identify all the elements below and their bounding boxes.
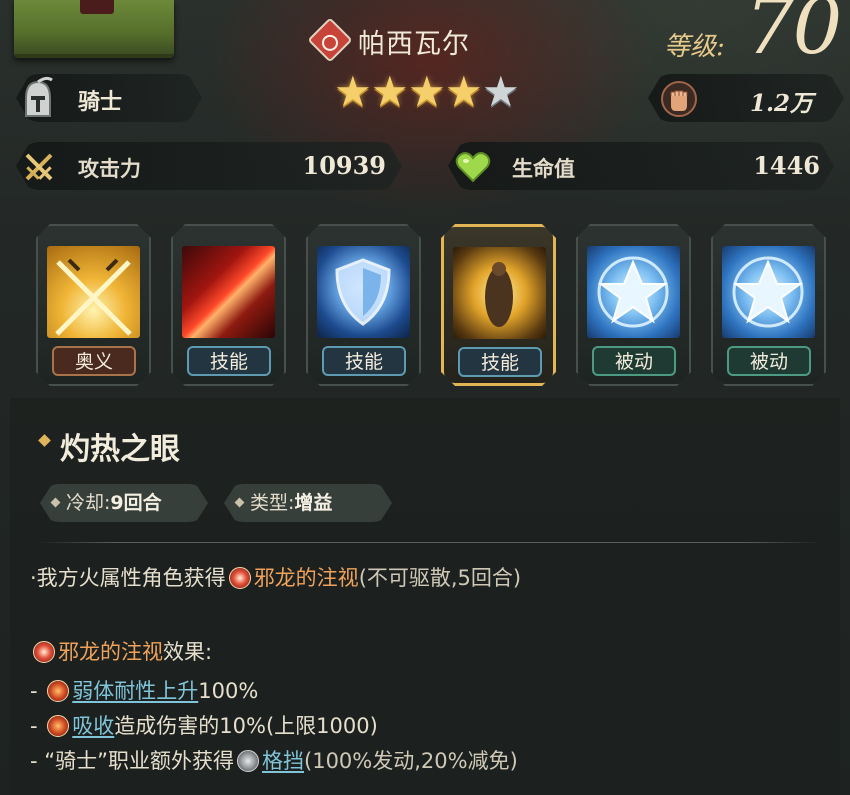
effect-line-1: - 弱体耐性上升100% (30, 675, 258, 705)
hp-label: 生命值 (512, 157, 575, 181)
skill-tag: 被动 (592, 346, 676, 376)
effect-buff-name[interactable]: 邪龙的注视 (58, 640, 163, 664)
star-filled-icon: ★ (445, 67, 483, 116)
effect-header: 邪龙的注视效果: (30, 636, 212, 666)
dragon-gaze-buff-icon (33, 641, 55, 663)
knight-helmet-icon (14, 74, 62, 122)
effect-prefix: - “骑士”职业额外获得 (30, 749, 235, 773)
description-prefix: ·我方火属性角色获得 (30, 566, 226, 590)
effect-line-2: - 吸收造成伤害的10%(上限1000) (30, 710, 378, 740)
character-skill-screen: 骑士 帕西瓦尔 ★ ★ ★ ★ ★ 等级: 70 1.2万 攻击力 10939 生命值 … (0, 0, 850, 795)
hp-value: 1446 (753, 151, 820, 180)
skill-list: 奥义 技能 技能 技能 被动 被动 (36, 224, 826, 386)
skill-card-passive-1[interactable]: 被动 (576, 224, 691, 386)
skill-art-fire-slash (182, 246, 275, 338)
character-portrait-tile[interactable] (14, 0, 174, 58)
absorb-icon (47, 715, 70, 737)
class-label: 骑士 (78, 90, 123, 115)
effect-text: 100% (198, 679, 259, 703)
effect-text: (100%发动,20%减免) (304, 749, 518, 773)
heart-icon (452, 146, 494, 192)
star-empty-icon: ★ (482, 67, 520, 116)
type-chip: 类型:增益 (224, 484, 392, 522)
skill-tag: 被动 (727, 346, 811, 376)
skill-tag: 技能 (458, 347, 542, 377)
attack-value: 10939 (302, 151, 387, 180)
skill-card-2[interactable]: 技能 (306, 224, 421, 386)
attack-label: 攻击力 (78, 157, 141, 181)
skill-card-3-selected[interactable]: 技能 (441, 224, 556, 386)
skill-card-ultimate[interactable]: 奥义 (36, 224, 151, 386)
description-line: ·我方火属性角色获得 邪龙的注视(不可驱散,5回合) (30, 562, 521, 592)
skill-art-golden-knight (453, 247, 546, 339)
effect-link-block[interactable]: 格挡 (262, 749, 304, 773)
block-icon (237, 750, 260, 772)
fire-element-icon (307, 17, 353, 63)
crossed-swords-icon (18, 146, 60, 192)
skill-art-star-emblem (587, 246, 680, 338)
skill-tag: 技能 (322, 346, 406, 376)
star-rating: ★ ★ ★ ★ ★ (334, 67, 520, 116)
skill-title: 灼热之眼 (60, 432, 180, 467)
skill-art-star-emblem (722, 246, 815, 338)
fist-power-icon (660, 80, 698, 122)
cooldown-chip: 冷却:9回合 (40, 484, 208, 522)
skill-tag: 技能 (187, 346, 271, 376)
character-name: 帕西瓦尔 (358, 29, 470, 60)
divider (38, 542, 822, 543)
level-value: 70 (745, 0, 842, 72)
star-filled-icon: ★ (371, 67, 409, 116)
effect-suffix: 效果: (163, 640, 213, 664)
star-filled-icon: ★ (408, 67, 446, 116)
buff-name-link[interactable]: 邪龙的注视 (254, 566, 359, 590)
effect-prefix: - (30, 679, 45, 703)
effect-line-3: - “骑士”职业额外获得 格挡(100%发动,20%减免) (30, 745, 518, 775)
star-filled-icon: ★ (334, 67, 372, 116)
type-value: 增益 (294, 492, 333, 514)
skill-art-crossed-swords (47, 246, 140, 338)
dragon-gaze-buff-icon (228, 567, 251, 589)
cooldown-value: 9回合 (110, 492, 162, 514)
skill-tag: 奥义 (52, 346, 136, 376)
effect-link-debuff-resist[interactable]: 弱体耐性上升 (72, 679, 198, 703)
skill-card-1[interactable]: 技能 (171, 224, 286, 386)
effect-link-absorb[interactable]: 吸收 (72, 714, 114, 738)
cooldown-label: 冷却: (66, 492, 111, 514)
skill-card-passive-2[interactable]: 被动 (711, 224, 826, 386)
level-label: 等级: (664, 32, 725, 62)
effect-prefix: - (30, 714, 45, 738)
type-label: 类型: (250, 492, 295, 514)
power-value: 1.2万 (750, 90, 814, 117)
effect-text: 造成伤害的10%(上限1000) (114, 714, 378, 738)
debuff-resist-icon (47, 680, 70, 702)
description-suffix: (不可驱散,5回合) (358, 566, 522, 590)
skill-art-shield (317, 246, 410, 338)
